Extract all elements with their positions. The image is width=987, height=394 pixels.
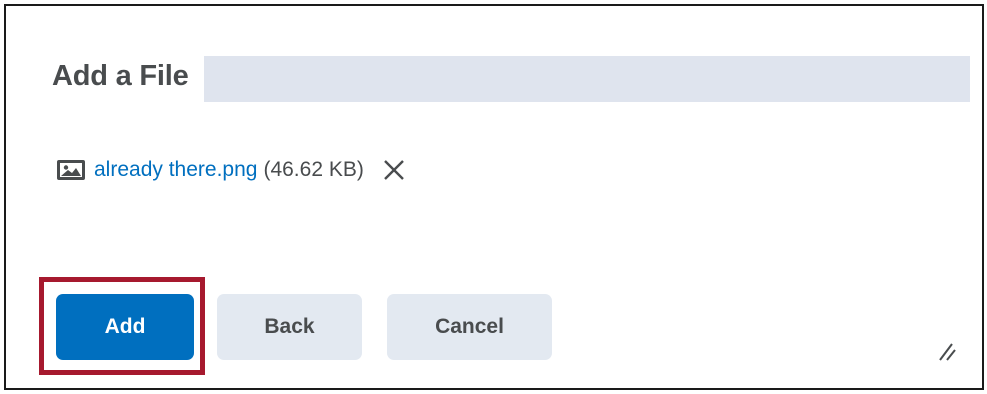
cancel-button[interactable]: Cancel <box>387 294 552 360</box>
title-bar <box>204 56 970 102</box>
add-file-dialog: Add a File already there.png (46.62 KB) … <box>4 4 984 390</box>
resize-handle-icon[interactable] <box>936 340 958 362</box>
add-button-highlight <box>39 277 205 375</box>
attached-file: already there.png (46.62 KB) <box>56 154 406 186</box>
dialog-title: Add a File <box>52 60 189 92</box>
file-size: (46.62 KB) <box>263 158 364 181</box>
image-file-icon <box>56 159 86 181</box>
back-button[interactable]: Back <box>217 294 362 360</box>
close-icon[interactable] <box>382 158 406 182</box>
title-row: Add a File <box>52 56 970 102</box>
file-name-link[interactable]: already there.png <box>94 158 257 182</box>
